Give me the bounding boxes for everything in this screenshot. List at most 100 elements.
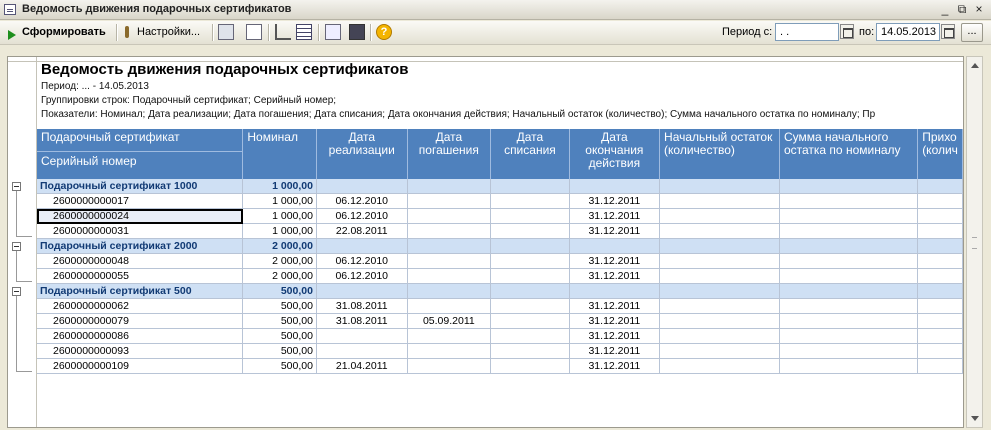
col-header-redeem-date[interactable]: Дата погашения — [407, 129, 492, 179]
col-header-start-sum[interactable]: Сумма начального остатка по номиналу — [779, 129, 919, 179]
redeem-date-cell[interactable] — [407, 328, 492, 344]
sale-date-cell[interactable]: 21.04.2011 — [316, 358, 408, 374]
end-date-cell[interactable]: 31.12.2011 — [569, 208, 661, 224]
table-row[interactable]: 2600000000109 500,00 21.04.2011 31.12.2011 — [37, 358, 963, 374]
sale-date-cell[interactable]: 31.08.2011 — [316, 298, 408, 314]
writeoff-date-cell[interactable] — [490, 358, 570, 374]
vertical-scrollbar[interactable] — [966, 56, 983, 428]
end-date-cell[interactable]: 31.12.2011 — [569, 328, 661, 344]
nominal-cell[interactable]: 500,00 — [242, 298, 317, 314]
writeoff-date-cell[interactable] — [490, 268, 570, 284]
col-header-writeoff-date[interactable]: Дата списания — [490, 129, 570, 179]
table-row[interactable]: 2600000000055 2 000,00 06.12.2010 31.12.201… — [37, 268, 963, 284]
empty-cell[interactable] — [917, 343, 963, 359]
table-row[interactable]: 2600000000017 1 000,00 06.12.2010 31.12.201… — [37, 193, 963, 209]
serial-cell[interactable]: 2600000000055 — [37, 268, 244, 284]
table-row[interactable]: 2600000000086 500,00 31.12.2011 — [37, 328, 963, 344]
table-view-icon[interactable] — [296, 24, 312, 40]
table-row[interactable]: 2600000000024 1 000,00 06.12.2010 31.12.201… — [37, 208, 963, 224]
table-row[interactable]: 2600000000031 1 000,00 22.08.2011 31.12.201… — [37, 223, 963, 239]
writeoff-date-cell[interactable] — [490, 193, 570, 209]
col-header-income[interactable]: Прихо (колич — [917, 129, 963, 179]
save-icon[interactable] — [349, 24, 365, 40]
sale-date-cell[interactable]: 06.12.2010 — [316, 208, 408, 224]
redeem-date-cell[interactable] — [407, 253, 492, 269]
empty-cell[interactable] — [917, 223, 963, 239]
empty-cell[interactable] — [659, 328, 780, 344]
close-button[interactable]: × — [971, 2, 987, 16]
sale-date-cell[interactable]: 06.12.2010 — [316, 253, 408, 269]
collapse-group-icon[interactable] — [12, 287, 21, 296]
end-date-cell[interactable]: 31.12.2011 — [569, 268, 661, 284]
empty-cell[interactable] — [779, 223, 919, 239]
col-header-end-date[interactable]: Дата окончания действия — [569, 129, 661, 179]
page-view-icon[interactable] — [246, 24, 262, 40]
empty-cell[interactable] — [779, 253, 919, 269]
redeem-date-cell[interactable] — [407, 358, 492, 374]
nominal-cell[interactable]: 1 000,00 — [242, 223, 317, 239]
group-row[interactable]: Подарочный сертификат 2000 2 000,00 — [37, 238, 963, 254]
help-icon[interactable]: ? — [376, 24, 392, 40]
scroll-grip[interactable] — [972, 237, 977, 249]
restore-button[interactable]: ⧉ — [954, 2, 970, 16]
redeem-date-cell[interactable] — [407, 208, 492, 224]
serial-cell[interactable]: 2600000000062 — [37, 298, 244, 314]
writeoff-date-cell[interactable] — [490, 298, 570, 314]
empty-cell[interactable] — [917, 313, 963, 329]
end-date-cell[interactable]: 31.12.2011 — [569, 298, 661, 314]
sale-date-cell[interactable] — [316, 328, 408, 344]
empty-cell[interactable] — [917, 358, 963, 374]
generate-button[interactable]: Сформировать — [2, 23, 112, 42]
redeem-date-cell[interactable]: 05.09.2011 — [407, 313, 492, 329]
empty-cell[interactable] — [779, 208, 919, 224]
writeoff-date-cell[interactable] — [490, 328, 570, 344]
scroll-down-icon[interactable] — [971, 416, 979, 421]
empty-cell[interactable] — [659, 298, 780, 314]
export-icon[interactable] — [325, 24, 341, 40]
settings-button[interactable]: Настройки... — [121, 23, 207, 42]
serial-cell[interactable]: 2600000000086 — [37, 328, 244, 344]
filter-icon[interactable] — [275, 24, 291, 40]
end-date-cell[interactable]: 31.12.2011 — [569, 193, 661, 209]
end-date-cell[interactable]: 31.12.2011 — [569, 253, 661, 269]
nominal-cell[interactable]: 500,00 — [242, 328, 317, 344]
collapse-group-icon[interactable] — [12, 242, 21, 251]
sale-date-cell[interactable]: 31.08.2011 — [316, 313, 408, 329]
serial-cell[interactable]: 2600000000093 — [37, 343, 244, 359]
table-row[interactable]: 2600000000062 500,00 31.08.2011 31.12.2011 — [37, 298, 963, 314]
empty-cell[interactable] — [659, 268, 780, 284]
empty-cell[interactable] — [659, 208, 780, 224]
end-date-cell[interactable]: 31.12.2011 — [569, 223, 661, 239]
empty-cell[interactable] — [779, 193, 919, 209]
sale-date-cell[interactable]: 06.12.2010 — [316, 268, 408, 284]
empty-cell[interactable] — [659, 193, 780, 209]
empty-cell[interactable] — [917, 328, 963, 344]
redeem-date-cell[interactable] — [407, 298, 492, 314]
col-header-nominal[interactable]: Номинал — [242, 129, 317, 179]
writeoff-date-cell[interactable] — [490, 313, 570, 329]
serial-cell[interactable]: 2600000000017 — [37, 193, 244, 209]
empty-cell[interactable] — [659, 358, 780, 374]
empty-cell[interactable] — [659, 253, 780, 269]
sale-date-cell[interactable] — [316, 343, 408, 359]
redeem-date-cell[interactable] — [407, 268, 492, 284]
nominal-cell[interactable]: 500,00 — [242, 358, 317, 374]
period-select-button[interactable]: ... — [961, 23, 983, 42]
print-icon[interactable] — [218, 24, 234, 40]
nominal-cell[interactable]: 1 000,00 — [242, 193, 317, 209]
empty-cell[interactable] — [779, 298, 919, 314]
empty-cell[interactable] — [917, 193, 963, 209]
serial-cell[interactable]: 2600000000079 — [37, 313, 244, 329]
empty-cell[interactable] — [779, 313, 919, 329]
col-header-start-qty[interactable]: Начальный остаток (количество) — [659, 129, 780, 179]
table-row[interactable]: 2600000000093 500,00 31.12.2011 — [37, 343, 963, 359]
redeem-date-cell[interactable] — [407, 193, 492, 209]
empty-cell[interactable] — [659, 343, 780, 359]
nominal-cell[interactable]: 500,00 — [242, 313, 317, 329]
nominal-cell[interactable]: 2 000,00 — [242, 253, 317, 269]
empty-cell[interactable] — [917, 208, 963, 224]
minimize-button[interactable]: _ — [937, 2, 953, 16]
nominal-cell[interactable]: 1 000,00 — [242, 208, 317, 224]
empty-cell[interactable] — [917, 268, 963, 284]
empty-cell[interactable] — [779, 343, 919, 359]
